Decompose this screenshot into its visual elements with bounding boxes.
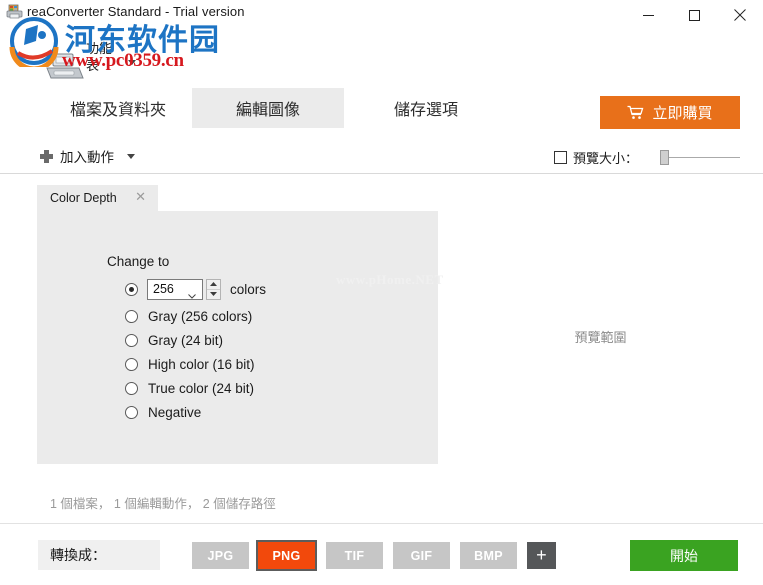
tab-edit-images-label: 編輯圖像: [235, 102, 300, 119]
radio-gray-256[interactable]: [125, 309, 138, 323]
format-button-tif[interactable]: TIF: [326, 542, 383, 569]
tab-files-and-folders[interactable]: 檔案及資料夾: [36, 88, 200, 128]
slider-thumb[interactable]: [660, 150, 669, 165]
preview-size-label: 預覽大小：: [572, 150, 638, 166]
color-count-stepper[interactable]: [206, 278, 221, 300]
plus-icon: [40, 149, 53, 163]
add-format-label: +: [536, 545, 547, 565]
option-palette-colors[interactable]: 256 colors: [125, 278, 267, 300]
main-menu-button[interactable]: 功能 表: [36, 34, 142, 86]
slider-track: [668, 157, 740, 158]
maximize-button[interactable]: [671, 0, 717, 30]
format-button-bmp-label: BMP: [474, 548, 503, 563]
stepper-up-icon[interactable]: [207, 280, 220, 290]
format-button-png-label: PNG: [272, 548, 301, 563]
close-button[interactable]: [717, 0, 763, 30]
main-menu-label-line1: 功能: [86, 41, 113, 56]
format-button-jpg[interactable]: JPG: [192, 542, 249, 569]
main-tabs: 檔案及資料夾 編輯圖像 儲存選項 立即購買: [0, 88, 763, 138]
editor-panel-tabbar: Color Depth ✕: [37, 185, 438, 211]
tab-save-options-label: 儲存選項: [393, 102, 458, 119]
stepper-down-icon[interactable]: [207, 290, 220, 299]
start-button-label: 開始: [670, 547, 698, 564]
change-to-label: Change to: [107, 254, 170, 269]
option-true-color-24bit-label: True color (24 bit): [148, 380, 255, 396]
option-gray-24bit-label: Gray (24 bit): [148, 332, 224, 348]
preview-size-slider[interactable]: [660, 147, 740, 167]
start-button[interactable]: 開始: [630, 540, 738, 571]
panel-tab-color-depth[interactable]: Color Depth ✕: [37, 185, 158, 211]
close-icon[interactable]: ✕: [135, 190, 146, 204]
option-gray-256-label: Gray (256 colors): [148, 308, 253, 324]
chevron-down-icon[interactable]: [128, 60, 136, 65]
color-count-select[interactable]: 256: [147, 278, 203, 300]
format-button-bmp[interactable]: BMP: [460, 542, 517, 569]
bottom-bar: 轉換成： JPG PNG TIF GIF BMP + 開始: [0, 523, 763, 585]
action-toolbar: 加入動作 預覽大小：: [0, 140, 763, 174]
option-gray-24bit[interactable]: Gray (24 bit): [125, 330, 223, 350]
option-high-color-16bit-label: High color (16 bit): [148, 356, 255, 372]
format-button-jpg-label: JPG: [207, 548, 234, 563]
preview-area: 預覽範圍: [438, 175, 763, 485]
preview-size-control: 預覽大小：: [553, 147, 740, 167]
status-summary: 1 個檔案， 1 個編輯動作， 2 個儲存路徑: [50, 497, 276, 511]
minimize-button[interactable]: [625, 0, 671, 30]
convert-to-label: 轉換成：: [38, 540, 160, 570]
window-controls: [625, 0, 763, 30]
chevron-down-icon: [188, 287, 196, 299]
window-title: reaConverter Standard - Trial version: [27, 4, 245, 19]
preview-size-checkbox[interactable]: [553, 150, 567, 164]
tab-files-and-folders-label: 檔案及資料夾: [69, 102, 166, 119]
option-true-color-24bit[interactable]: True color (24 bit): [125, 378, 254, 398]
color-count-value: 256: [153, 282, 174, 296]
radio-high-color-16bit[interactable]: [125, 357, 138, 371]
format-button-gif[interactable]: GIF: [393, 542, 450, 569]
menu-strip: 功能 表: [0, 30, 763, 88]
radio-gray-24bit[interactable]: [125, 333, 138, 347]
printer-icon: [6, 4, 24, 20]
buy-now-button[interactable]: 立即購買: [600, 96, 740, 129]
format-button-tif-label: TIF: [344, 548, 365, 563]
preview-placeholder-label: 預覽範圍: [574, 330, 627, 345]
panel-tab-label: Color Depth: [50, 191, 117, 205]
option-negative-label: Negative: [148, 404, 202, 420]
title-bar: reaConverter Standard - Trial version: [0, 0, 763, 30]
add-action-button[interactable]: 加入動作: [40, 146, 135, 166]
option-gray-256[interactable]: Gray (256 colors): [125, 306, 252, 326]
option-high-color-16bit[interactable]: High color (16 bit): [125, 354, 255, 374]
main-menu-label-line2: 表: [86, 58, 100, 73]
app-window: reaConverter Standard - Trial version 功能…: [0, 0, 763, 585]
tab-edit-images[interactable]: 編輯圖像: [192, 88, 344, 128]
chevron-down-icon[interactable]: [127, 153, 135, 159]
scanner-icon: [44, 48, 86, 80]
radio-true-color-24bit[interactable]: [125, 381, 138, 395]
main-menu-label: 功能 表: [86, 40, 126, 74]
option-negative[interactable]: Negative: [125, 402, 201, 422]
color-depth-panel: Change to 256 colors Gray (256 colors) G…: [37, 211, 438, 464]
buy-now-label: 立即購買: [652, 105, 713, 122]
radio-negative[interactable]: [125, 405, 138, 419]
add-format-button[interactable]: +: [527, 542, 556, 569]
panel-watermark-text: www.pHome.NET: [336, 272, 444, 287]
cart-icon: [627, 105, 644, 120]
add-action-label: 加入動作: [60, 150, 114, 165]
tab-save-options[interactable]: 儲存選項: [362, 88, 490, 128]
radio-palette-colors[interactable]: [125, 282, 138, 296]
colors-suffix-label: colors: [230, 281, 267, 297]
format-button-gif-label: GIF: [410, 548, 433, 563]
format-button-png[interactable]: PNG: [256, 540, 317, 571]
